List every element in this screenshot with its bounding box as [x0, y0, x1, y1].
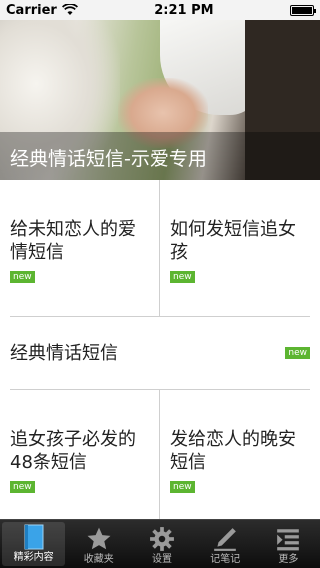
- gear-icon: [149, 524, 175, 554]
- article-card[interactable]: 追女孩子必发的48条短信 new: [0, 390, 160, 526]
- status-bar: Carrier 2:21 PM: [0, 0, 320, 20]
- tab-label: 记笔记: [210, 554, 241, 565]
- tab-label: 收藏夹: [83, 554, 114, 565]
- article-card[interactable]: 发给恋人的晚安短信 new: [160, 390, 320, 526]
- article-title: 给未知恋人的爱情短信: [10, 219, 136, 263]
- tab-more[interactable]: 更多: [257, 520, 320, 568]
- pen-icon: [212, 524, 238, 554]
- book-icon: [24, 522, 44, 552]
- tab-favorites[interactable]: 收藏夹: [67, 520, 130, 568]
- status-left: Carrier: [6, 3, 78, 18]
- article-card[interactable]: 如何发短信追女孩 new: [160, 180, 320, 316]
- grid-row-1: 给未知恋人的爱情短信 new 如何发短信追女孩 new: [0, 180, 320, 316]
- new-badge: new: [285, 347, 310, 359]
- tab-label: 精彩内容: [13, 552, 54, 563]
- new-badge: new: [170, 271, 195, 283]
- battery-icon: [290, 4, 316, 16]
- new-badge: new: [170, 481, 195, 493]
- article-title: 经典情话短信: [10, 342, 118, 364]
- clock: 2:21 PM: [154, 2, 214, 18]
- article-card-wide[interactable]: 经典情话短信 new: [0, 317, 320, 389]
- tab-notes[interactable]: 记笔记: [194, 520, 257, 568]
- tab-label: 设置: [152, 554, 172, 565]
- tab-bar: 精彩内容 收藏夹 设置 记笔记 更多: [0, 519, 320, 568]
- article-card[interactable]: 给未知恋人的爱情短信 new: [0, 180, 160, 316]
- tab-label: 更多: [278, 554, 299, 565]
- featured-banner[interactable]: 经典情话短信-示爱专用: [0, 20, 320, 180]
- carrier-label: Carrier: [6, 2, 57, 18]
- article-grid: 给未知恋人的爱情短信 new 如何发短信追女孩 new 经典情话短信 new 追…: [0, 180, 320, 526]
- new-badge: new: [10, 481, 35, 493]
- article-title: 发给恋人的晚安短信: [170, 429, 296, 473]
- article-title: 追女孩子必发的48条短信: [10, 429, 136, 473]
- more-list-icon: [275, 524, 301, 554]
- new-badge: new: [10, 271, 35, 283]
- wifi-icon: [61, 4, 78, 15]
- tab-featured[interactable]: 精彩内容: [2, 522, 66, 566]
- banner-caption: 经典情话短信-示爱专用: [0, 132, 320, 180]
- tab-settings[interactable]: 设置: [130, 520, 193, 568]
- article-title: 如何发短信追女孩: [170, 219, 296, 263]
- battery-fill: [292, 6, 312, 14]
- grid-row-3: 追女孩子必发的48条短信 new 发给恋人的晚安短信 new: [0, 390, 320, 526]
- star-icon: [86, 524, 112, 554]
